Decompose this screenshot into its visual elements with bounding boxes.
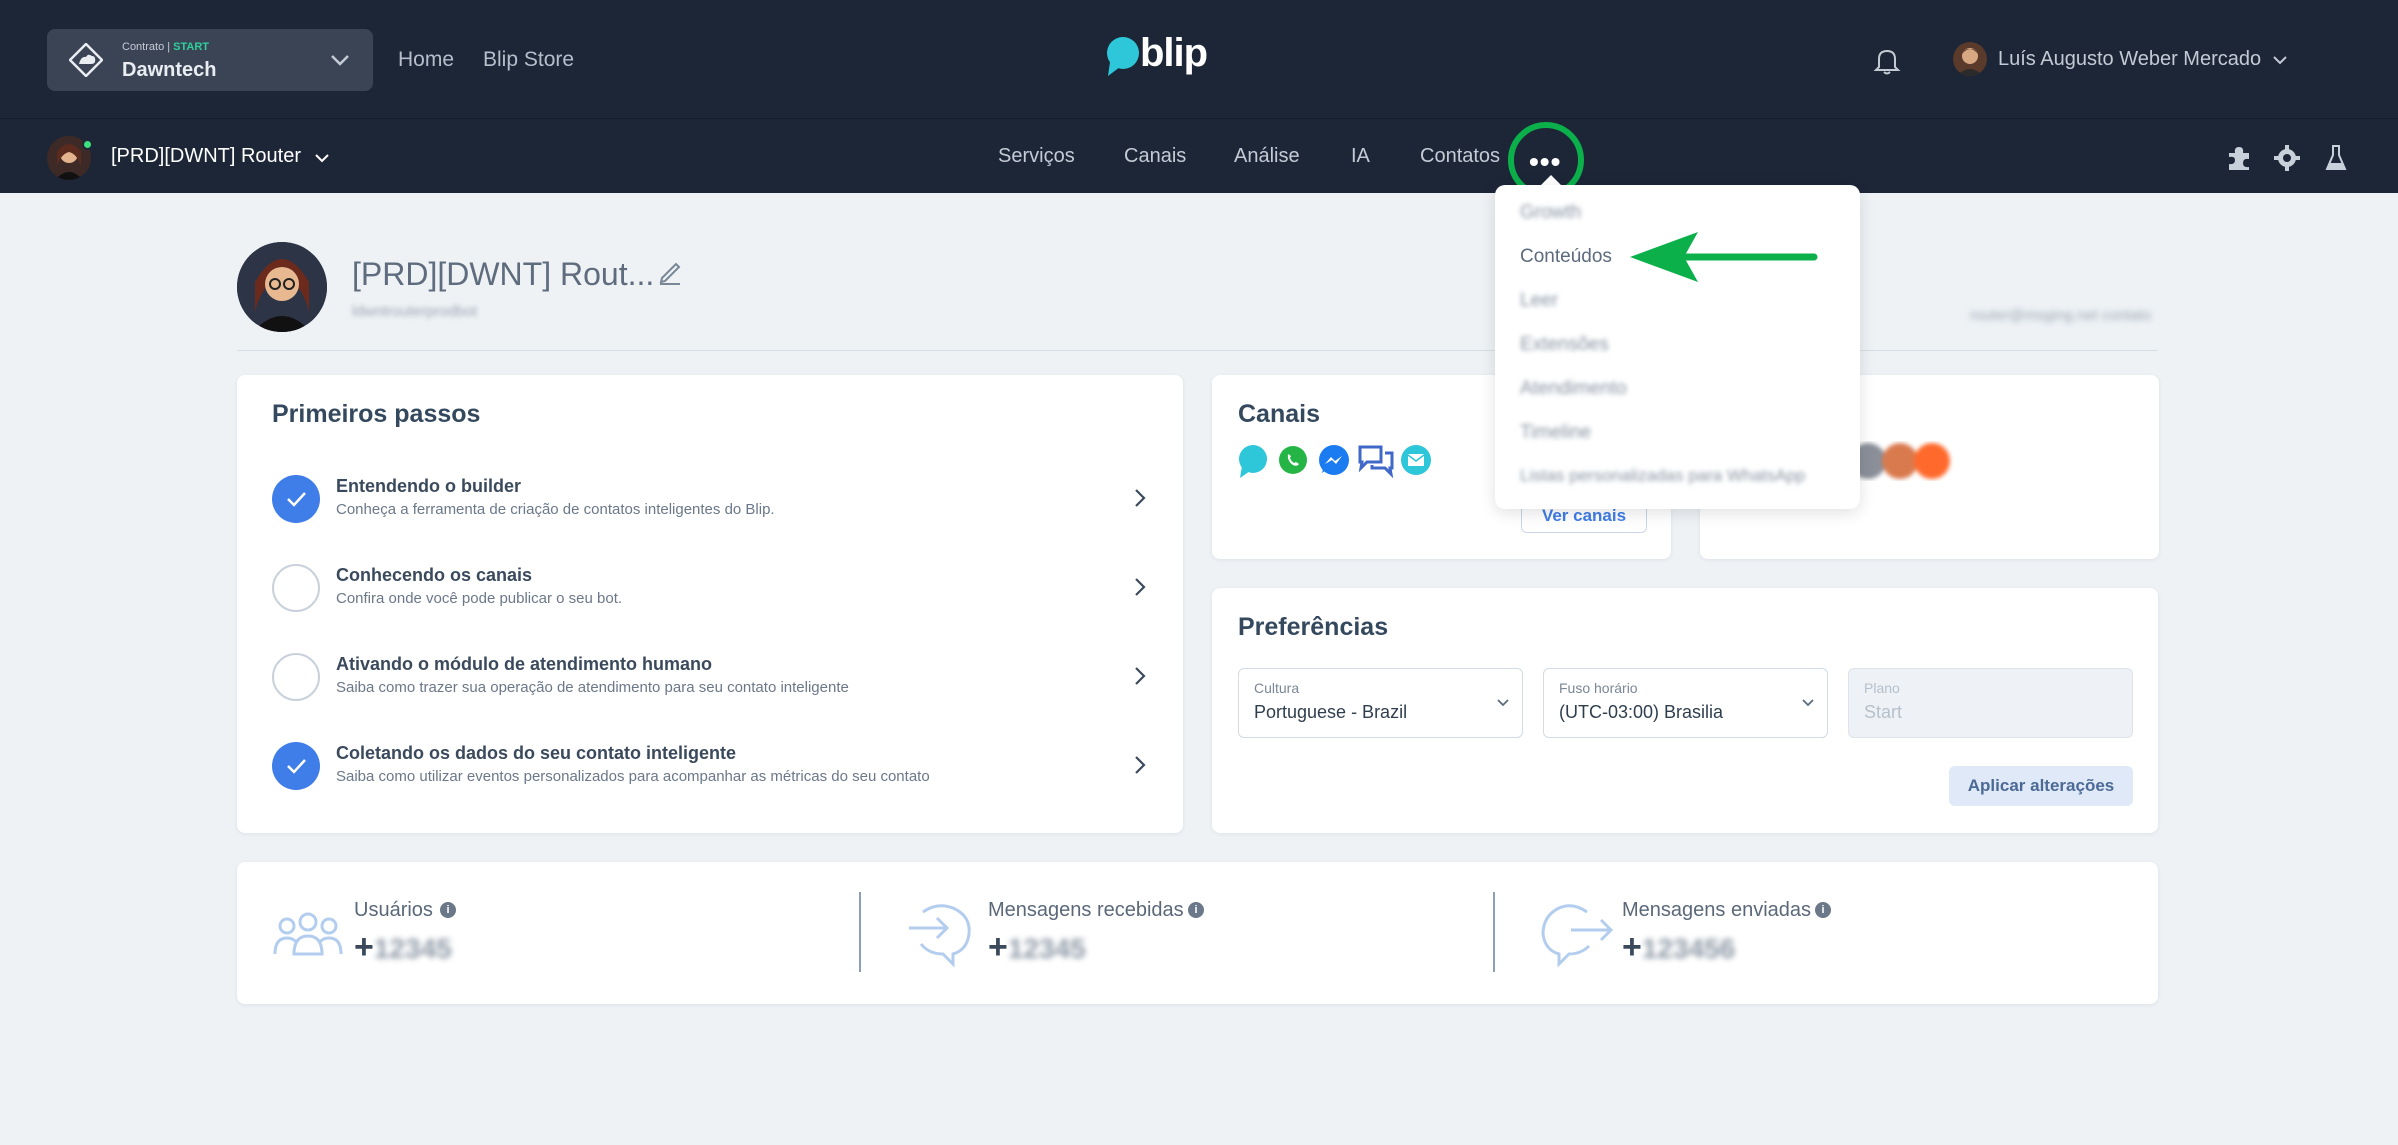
- step-subtitle: Confira onde você pode publicar o seu bo…: [336, 590, 623, 607]
- whatsapp-icon: [1279, 446, 1307, 474]
- menu-item-7[interactable]: Listas personalizadas para WhatsApp: [1520, 466, 1805, 486]
- bot-profile-avatar: [237, 242, 327, 332]
- plan-label: Plano: [1864, 680, 1900, 696]
- preferences-card: Preferências Cultura Portuguese - Brazil…: [1212, 588, 2158, 833]
- menu-item-growth[interactable]: Growth: [1520, 202, 1581, 224]
- bot-navigation-bar: [PRD][DWNT] Router Serviços Canais Análi…: [0, 118, 2398, 198]
- step-subtitle: Saiba como trazer sua operação de atendi…: [336, 679, 849, 696]
- chevron-right-icon: [1135, 578, 1146, 596]
- timezone-select[interactable]: Fuso horário (UTC-03:00) Brasilia: [1543, 668, 1828, 738]
- tab-contatos[interactable]: Contatos: [1420, 145, 1500, 168]
- plan-field: Plano Start: [1848, 668, 2133, 738]
- outgoing-message-icon: [1541, 904, 1614, 968]
- nav-home-link[interactable]: Home: [398, 48, 454, 72]
- culture-value: Portuguese - Brazil: [1254, 702, 1408, 722]
- gear-icon[interactable]: [2273, 144, 2301, 172]
- stat-value: +123456: [1622, 928, 1736, 966]
- contract-selector[interactable]: Contrato | START Dawntech: [47, 29, 373, 91]
- step-item[interactable]: Ativando o módulo de atendimento humano …: [272, 645, 1147, 705]
- contract-logo-icon: [69, 43, 103, 77]
- tab-canais[interactable]: Canais: [1124, 145, 1186, 168]
- online-status-dot: [82, 139, 93, 150]
- step-item[interactable]: Conhecendo os canais Confira onde você p…: [272, 556, 1147, 616]
- step-title: Coletando os dados do seu contato inteli…: [336, 743, 737, 763]
- step-title: Conhecendo os canais: [336, 565, 533, 585]
- step-item[interactable]: Coletando os dados do seu contato inteli…: [272, 734, 1147, 794]
- timezone-label: Fuso horário: [1559, 680, 1638, 696]
- stat-label: Mensagens enviadas: [1622, 899, 1812, 921]
- info-icon[interactable]: i: [1815, 902, 1831, 918]
- puzzle-icon[interactable]: [2225, 144, 2253, 172]
- stat-separator: [859, 892, 861, 972]
- step-title: Ativando o módulo de atendimento humano: [336, 654, 712, 674]
- menu-item-6[interactable]: Timeline: [1520, 422, 1591, 444]
- top-bar: Contrato | START Dawntech Home Blip Stor…: [0, 0, 2398, 118]
- first-steps-title: Primeiros passos: [272, 400, 481, 428]
- user-avatar[interactable]: [1953, 42, 1987, 76]
- chevron-down-icon: [331, 55, 349, 66]
- stats-card: Usuários i +12345 Mensagens recebidas i …: [237, 862, 2158, 1004]
- menu-item-5[interactable]: Atendimento: [1520, 378, 1627, 400]
- section-divider: [237, 350, 2158, 351]
- nav-blip-store-link[interactable]: Blip Store: [483, 48, 574, 72]
- annotation-arrow-icon: [1630, 232, 1818, 282]
- chevron-right-icon: [1135, 489, 1146, 507]
- tab-servicos[interactable]: Serviços: [998, 145, 1075, 168]
- brand-name[interactable]: blip: [1140, 31, 1208, 76]
- messenger-icon: [1319, 445, 1349, 475]
- step-item[interactable]: Entendendo o builder Conheça a ferrament…: [272, 467, 1147, 527]
- step-subtitle: Saiba como utilizar eventos personalizad…: [336, 768, 930, 785]
- channels-title: Canais: [1238, 400, 1320, 428]
- contract-label: Contrato | START: [122, 41, 210, 53]
- menu-item-3[interactable]: Leer: [1520, 290, 1558, 312]
- contract-name: Dawntech: [122, 59, 217, 81]
- incoming-message-icon: [909, 904, 971, 968]
- timezone-value: (UTC-03:00) Brasilia: [1559, 702, 1724, 722]
- chevron-down-icon[interactable]: [314, 152, 330, 164]
- chat-bubbles-icon: [1358, 445, 1394, 478]
- chevron-down-icon: [1497, 699, 1509, 707]
- info-icon[interactable]: i: [440, 902, 456, 918]
- user-name[interactable]: Luís Augusto Weber Mercado: [1998, 48, 2261, 71]
- apply-changes-button[interactable]: Aplicar alterações: [1949, 766, 2133, 806]
- stat-separator: [1493, 892, 1495, 972]
- chevron-down-icon: [1802, 699, 1814, 707]
- stat-value: +12345: [988, 928, 1086, 966]
- blip-logo-icon: [1107, 37, 1139, 76]
- stat-label: Usuários: [354, 899, 433, 921]
- stat-value: +12345: [354, 928, 452, 966]
- tab-ia[interactable]: IA: [1351, 145, 1370, 168]
- chevron-right-icon: [1135, 756, 1146, 774]
- blip-chat-icon: [1239, 445, 1267, 478]
- bot-identifier: ldwntrouterprodbot: [352, 303, 478, 320]
- email-icon: [1401, 445, 1431, 475]
- step-pending-circle-icon: [272, 653, 320, 701]
- plan-value: Start: [1864, 702, 1903, 722]
- step-title: Entendendo o builder: [336, 476, 521, 496]
- flask-icon[interactable]: [2325, 144, 2347, 172]
- menu-item-conteudos[interactable]: Conteúdos: [1520, 246, 1612, 268]
- edit-pencil-icon[interactable]: [657, 258, 683, 286]
- step-done-check-icon: [272, 742, 320, 790]
- culture-label: Cultura: [1254, 680, 1300, 696]
- chevron-down-icon[interactable]: [2272, 54, 2288, 66]
- info-icon[interactable]: i: [1188, 902, 1204, 918]
- chevron-right-icon: [1135, 667, 1146, 685]
- bot-profile-info: router@msging.net contato: [1970, 307, 2152, 324]
- users-icon: [273, 912, 343, 956]
- first-steps-card: Primeiros passos Entendendo o builder Co…: [237, 375, 1183, 833]
- step-done-check-icon: [272, 475, 320, 523]
- bot-profile-name: [PRD][DWNT] Rout...: [352, 256, 655, 292]
- preferences-title: Preferências: [1238, 613, 1389, 641]
- team-avatars-icon: [1850, 443, 1950, 479]
- culture-select[interactable]: Cultura Portuguese - Brazil: [1238, 668, 1523, 738]
- step-subtitle: Conheça a ferramenta de criação de conta…: [336, 501, 775, 518]
- stat-label: Mensagens recebidas: [988, 899, 1184, 921]
- tab-analise[interactable]: Análise: [1234, 145, 1300, 168]
- step-pending-circle-icon: [272, 564, 320, 612]
- more-dots-icon: •••: [1529, 146, 1562, 177]
- bot-name[interactable]: [PRD][DWNT] Router: [111, 145, 301, 168]
- menu-item-4[interactable]: Extensões: [1520, 334, 1609, 356]
- bell-icon[interactable]: [1873, 46, 1901, 76]
